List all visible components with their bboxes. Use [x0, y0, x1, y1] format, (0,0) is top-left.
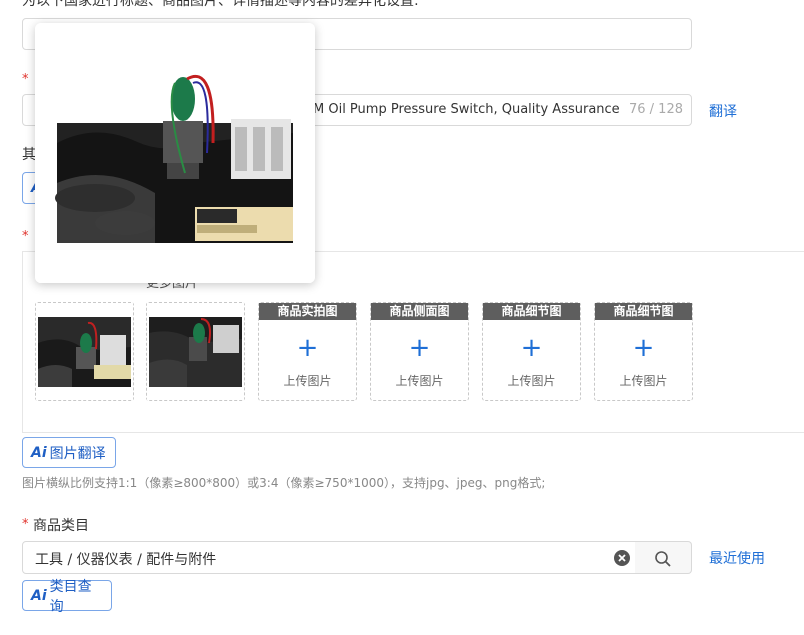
search-icon: [655, 551, 671, 567]
image-thumb-2[interactable]: [146, 302, 245, 401]
upload-slot-real-shot[interactable]: 商品实拍图 + 上传图片: [258, 302, 357, 401]
image-thumb-main[interactable]: [35, 302, 134, 401]
upload-label: 上传图片: [283, 374, 332, 388]
category-search-button[interactable]: [635, 541, 692, 574]
ai-badge: Ai: [31, 444, 47, 461]
image-format-hint: 图片横纵比例支持1:1（像素≥800*800）或3:4（像素≥750*1000）…: [22, 476, 546, 490]
recent-used-link[interactable]: 最近使用: [709, 548, 765, 568]
required-mark: *: [22, 72, 29, 87]
other-label: 其: [22, 147, 36, 163]
slot-header: 商品侧面图: [371, 303, 468, 320]
required-mark-images: *: [22, 229, 29, 244]
category-input[interactable]: 工具 / 仪器仪表 / 配件与附件: [22, 541, 636, 574]
ai-image-translate-button[interactable]: Ai 图片翻译: [22, 437, 116, 468]
product-photo-thumb: [36, 303, 133, 400]
plus-icon: +: [408, 333, 431, 363]
category-label: 商品类目: [33, 518, 89, 534]
product-photo-thumb-2: [147, 303, 244, 400]
ai-image-translate-label: 图片翻译: [49, 445, 106, 462]
intro-text: 为以下国家进行标题、商品图片、详情描述等内容的差异化设置:: [22, 0, 419, 9]
slot-header: 商品实拍图: [259, 303, 356, 320]
upload-label: 上传图片: [507, 374, 556, 388]
translate-link[interactable]: 翻译: [709, 101, 737, 121]
required-mark-category: *: [22, 517, 29, 532]
upload-slot-side-view[interactable]: 商品侧面图 + 上传图片: [370, 302, 469, 401]
clear-circle-icon[interactable]: [613, 549, 631, 567]
ai-category-query-button[interactable]: Ai 类目查询: [22, 579, 112, 615]
ai-badge: Ai: [31, 587, 47, 604]
ai-category-query-label: 类目查询: [49, 578, 92, 615]
product-photo-preview: [35, 23, 315, 283]
upload-label: 上传图片: [619, 374, 668, 388]
slot-header: 商品细节图: [595, 303, 692, 320]
image-preview-popup: [35, 23, 315, 283]
category-value: 工具 / 仪器仪表 / 配件与附件: [35, 552, 217, 568]
title-counter: 76 / 128: [629, 102, 683, 117]
plus-icon: +: [520, 333, 543, 363]
title-value: M Oil Pump Pressure Switch, Quality Assu…: [313, 102, 620, 117]
upload-slot-detail-1[interactable]: 商品细节图 + 上传图片: [482, 302, 581, 401]
upload-label: 上传图片: [395, 374, 444, 388]
upload-slot-detail-2[interactable]: 商品细节图 + 上传图片: [594, 302, 693, 401]
plus-icon: +: [296, 333, 319, 363]
plus-icon: +: [632, 333, 655, 363]
slot-header: 商品细节图: [483, 303, 580, 320]
